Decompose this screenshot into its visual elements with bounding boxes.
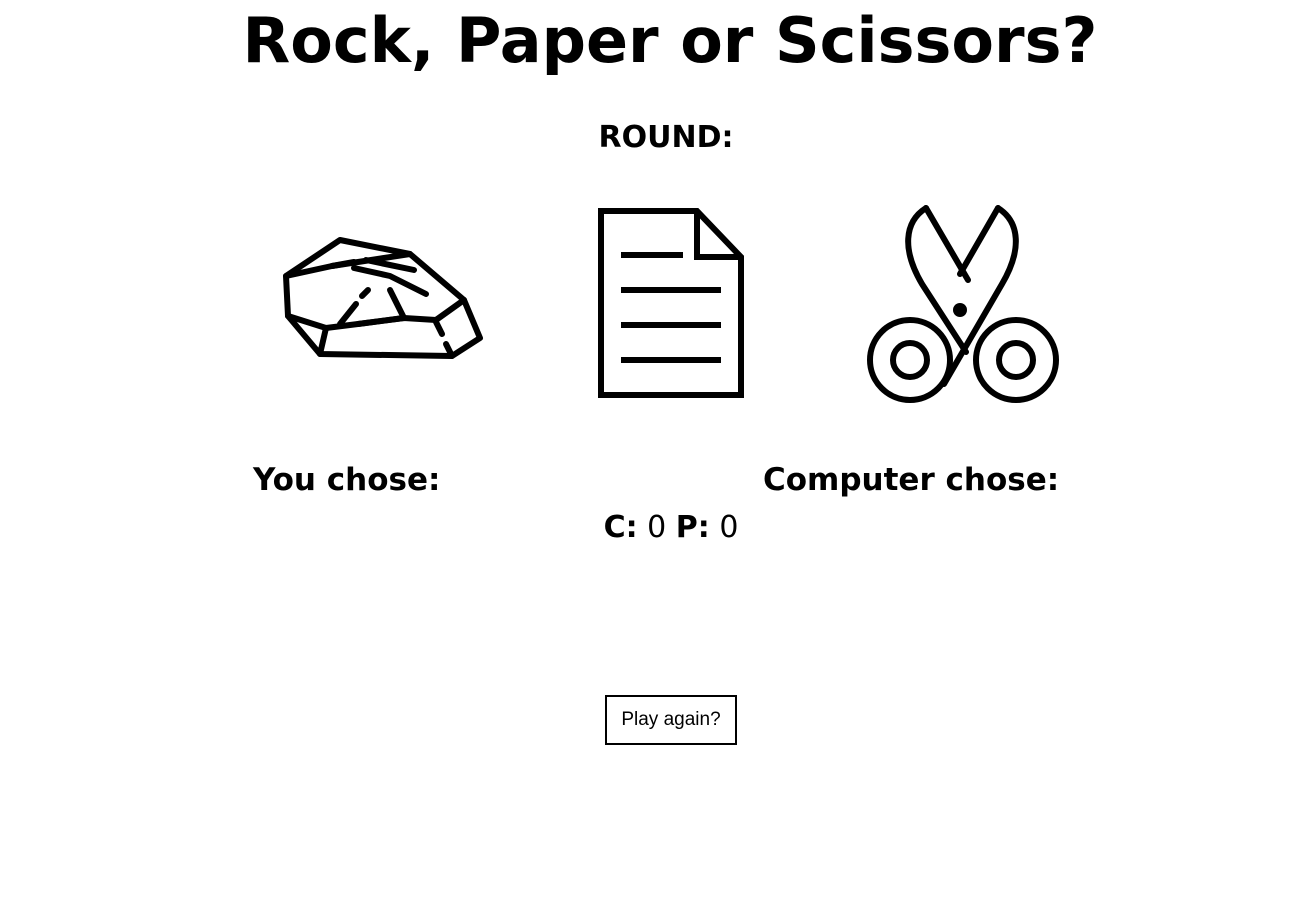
computer-score-value: 0 — [647, 510, 667, 545]
round-indicator: ROUND: — [0, 118, 1300, 158]
computer-score-label: C: — [603, 510, 638, 545]
rock-icon — [283, 237, 483, 359]
player-choice: You chose: — [253, 460, 440, 500]
player-score-label: P: — [675, 510, 710, 545]
page-title: Rock, Paper or Scissors? — [242, 4, 1098, 77]
round-label: ROUND: — [598, 120, 734, 155]
computer-choice: Computer chose: — [763, 460, 1059, 500]
scissors-icon — [867, 205, 1059, 403]
scoreboard: C: 0 P: 0 — [0, 508, 1300, 548]
computer-choice-label: Computer chose: — [763, 462, 1060, 498]
scissors-button[interactable] — [862, 202, 1062, 406]
player-choice-label: You chose: — [253, 462, 441, 498]
rock-button[interactable] — [278, 232, 484, 364]
player-score-value: 0 — [719, 510, 739, 545]
paper-button[interactable] — [594, 204, 750, 402]
play-again-button[interactable]: Play again? — [605, 695, 737, 745]
paper-document-icon — [598, 208, 744, 398]
